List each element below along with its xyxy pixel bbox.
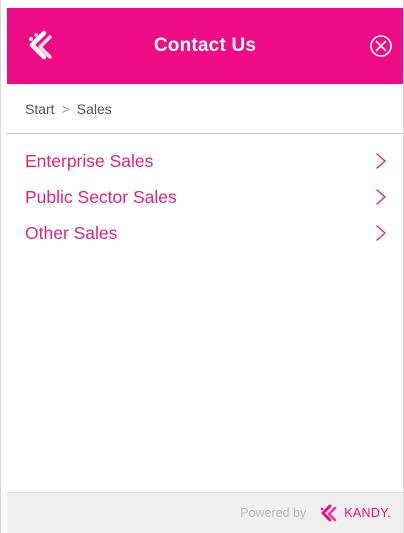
menu-item-other-sales[interactable]: Other Sales	[7, 215, 403, 251]
close-circle-icon	[370, 35, 392, 57]
back-button[interactable]	[23, 27, 63, 65]
powered-by-text: Powered by	[240, 506, 307, 520]
menu-item-enterprise-sales[interactable]: Enterprise Sales	[7, 143, 403, 179]
chevron-right-icon	[376, 189, 386, 205]
chevron-right-icon	[376, 153, 386, 169]
breadcrumb: Start > Sales	[7, 84, 403, 134]
breadcrumb-current: Sales	[76, 100, 112, 117]
chevron-right-icon	[376, 225, 386, 241]
menu-item-label: Other Sales	[25, 222, 118, 243]
kandy-back-icon	[29, 30, 52, 60]
breadcrumb-separator: >	[61, 100, 70, 117]
kandy-logo-icon	[320, 504, 337, 522]
kandy-brand-text[interactable]: KANDY.	[344, 506, 391, 520]
sales-menu: Enterprise Sales Public Sector Sales Oth…	[7, 143, 403, 251]
page-title: Contact Us	[153, 35, 257, 56]
menu-item-public-sector-sales[interactable]: Public Sector Sales	[7, 179, 403, 215]
close-button[interactable]	[369, 34, 393, 58]
header-bar: Contact Us	[7, 8, 403, 84]
breadcrumb-start[interactable]: Start	[25, 101, 55, 117]
menu-item-label: Public Sector Sales	[25, 186, 177, 207]
footer-bar: Powered by KANDY.	[7, 492, 403, 533]
contact-widget: Contact Us Start > Sales Enterprise Sale…	[0, 0, 404, 533]
menu-item-label: Enterprise Sales	[25, 150, 154, 171]
